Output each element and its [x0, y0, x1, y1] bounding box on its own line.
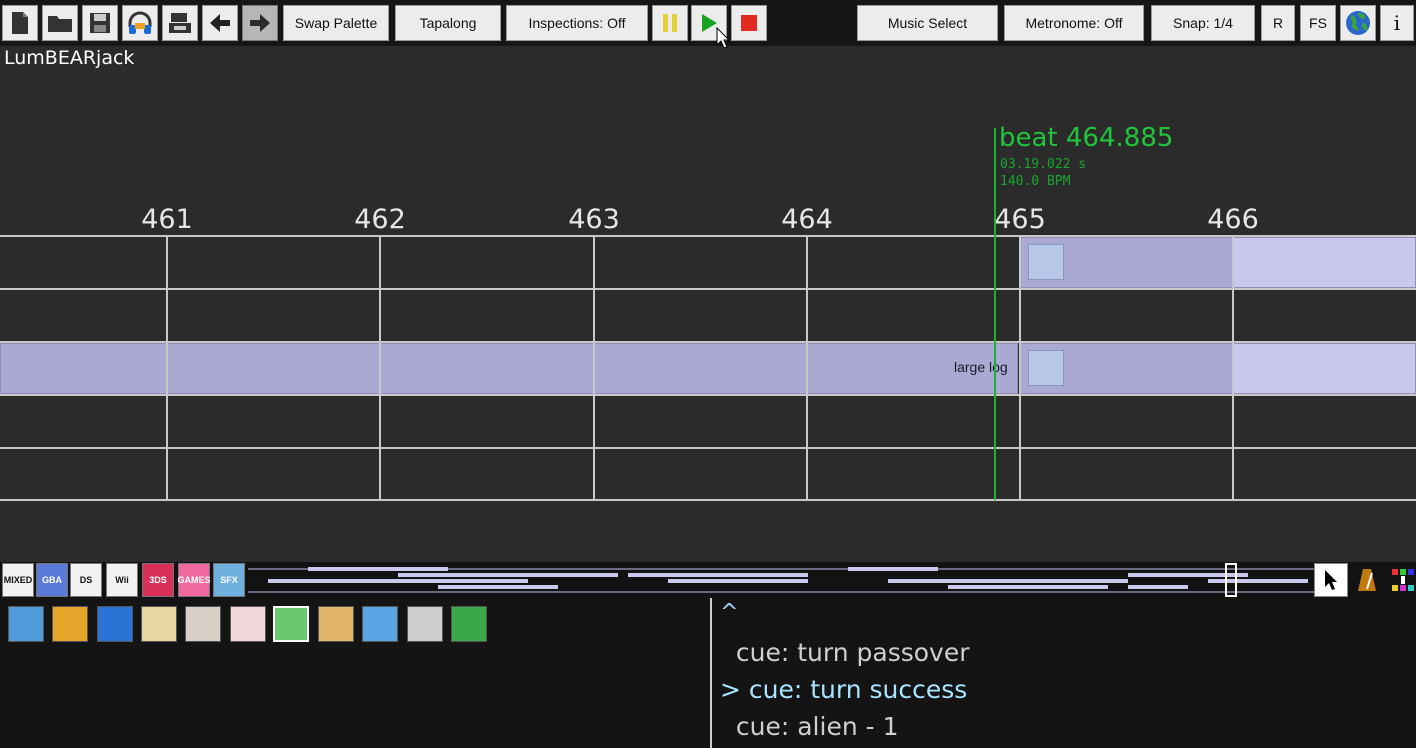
console-tab[interactable]: MIXED — [2, 563, 34, 597]
metronome-toggle[interactable]: Metronome: Off — [1004, 5, 1144, 41]
globe-icon[interactable] — [1340, 5, 1376, 41]
cue-item-selected[interactable]: > cue: turn success — [720, 675, 967, 704]
console-tab[interactable]: DS — [70, 563, 102, 597]
beat-number: 463 — [568, 204, 620, 235]
fullscreen-button[interactable]: FS — [1300, 5, 1336, 41]
cue-item[interactable]: cue: turn passover — [720, 638, 970, 667]
scroll-up-caret[interactable]: ^ — [720, 600, 738, 625]
blue-blob-game-icon[interactable] — [97, 606, 133, 642]
robot-game-icon[interactable] — [407, 606, 443, 642]
beat-line — [806, 236, 808, 501]
minimap-viewport[interactable] — [1225, 563, 1237, 597]
event-block[interactable] — [1233, 237, 1416, 288]
track-line — [0, 394, 1416, 396]
pillow-game-icon[interactable] — [230, 606, 266, 642]
large-log-event-block[interactable] — [0, 343, 1018, 394]
game-palette — [0, 598, 710, 748]
track-line — [0, 235, 1416, 237]
console-tab[interactable]: GAMES — [178, 563, 211, 597]
console-tab[interactable]: 3DS — [142, 563, 174, 597]
headphones-icon[interactable] — [122, 5, 158, 41]
beat-number: 461 — [141, 204, 193, 235]
redo-arrow-icon[interactable] — [242, 5, 278, 41]
pause-icon[interactable] — [652, 5, 688, 41]
music-select-button[interactable]: Music Select — [857, 5, 998, 41]
cue-item[interactable]: cue: alien - 1 — [720, 712, 899, 741]
speech-bubble-game-icon[interactable] — [273, 606, 309, 642]
timeline-minimap[interactable] — [248, 564, 1314, 596]
beat-line — [379, 236, 381, 501]
beat-number: 465 — [994, 204, 1046, 235]
select-cursor-icon[interactable] — [1314, 563, 1348, 597]
stop-icon[interactable] — [731, 5, 767, 41]
swap-palette-button[interactable]: Swap Palette — [283, 5, 389, 41]
beat-number: 462 — [354, 204, 406, 235]
track-line — [0, 447, 1416, 449]
song-title: LumBEARjack — [4, 47, 135, 69]
playhead-bpm-label: 140.0 BPM — [1000, 174, 1071, 189]
beat-line — [1232, 236, 1234, 501]
playhead-beat-label: beat 464.885 — [999, 123, 1174, 153]
game-strip: MIXED GBA DS Wii 3DS GAMES SFX — [0, 562, 1416, 598]
chameleon-game-icon[interactable] — [451, 606, 487, 642]
bear-game-icon[interactable] — [8, 606, 44, 642]
bear-cue-icon — [1028, 244, 1064, 280]
export-icon[interactable] — [162, 5, 198, 41]
toolbar: Swap Palette Tapalong Inspections: Off M… — [0, 0, 1416, 49]
info-button[interactable]: i — [1380, 5, 1414, 41]
mouse-cursor-icon — [716, 27, 730, 49]
lumberjack-game-icon[interactable] — [185, 606, 221, 642]
beat-line — [1019, 236, 1021, 501]
bear-cue-icon — [1028, 350, 1064, 386]
playhead[interactable] — [994, 128, 996, 500]
snap-button[interactable]: Snap: 1/4 — [1151, 5, 1255, 41]
pineapple-game-icon[interactable] — [52, 606, 88, 642]
track-line — [0, 341, 1416, 343]
track-line — [0, 288, 1416, 290]
playhead-time-label: 03.19.022 s — [1000, 157, 1087, 172]
event-block[interactable] — [1233, 343, 1416, 394]
r-button[interactable]: R — [1261, 5, 1295, 41]
console-tab[interactable]: SFX — [213, 563, 245, 597]
open-folder-icon[interactable] — [42, 5, 78, 41]
twins-game-icon[interactable] — [318, 606, 354, 642]
track-line — [0, 499, 1416, 501]
beat-number: 466 — [1207, 204, 1259, 235]
beat-line — [166, 236, 168, 501]
console-tab[interactable]: Wii — [106, 563, 138, 597]
scientist-game-icon[interactable] — [362, 606, 398, 642]
palette-grid-icon[interactable] — [1386, 563, 1416, 597]
cat-game-icon[interactable] — [141, 606, 177, 642]
inspections-toggle[interactable]: Inspections: Off — [506, 5, 648, 41]
new-file-icon[interactable] — [2, 5, 38, 41]
undo-arrow-icon[interactable] — [202, 5, 238, 41]
beat-number: 464 — [781, 204, 833, 235]
tapalong-button[interactable]: Tapalong — [395, 5, 501, 41]
beat-line — [593, 236, 595, 501]
metronome-icon[interactable] — [1350, 563, 1384, 597]
event-label: large log — [954, 359, 1008, 375]
console-tab[interactable]: GBA — [36, 563, 68, 597]
save-icon[interactable] — [82, 5, 118, 41]
